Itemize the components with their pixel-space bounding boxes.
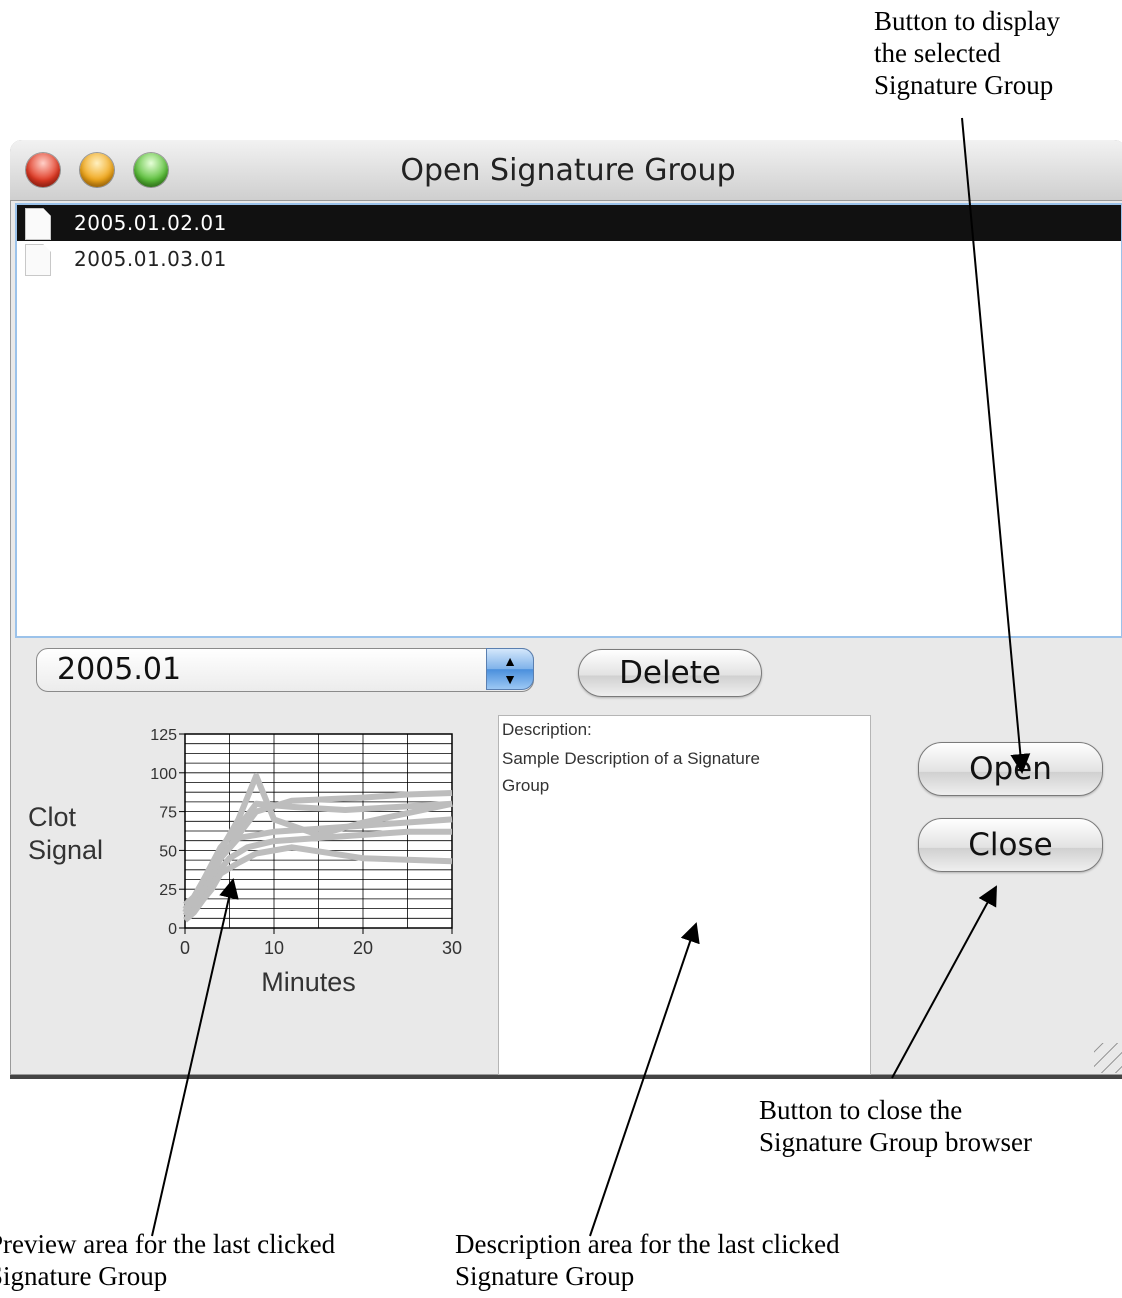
callout-arrows bbox=[151, 117, 1031, 1237]
close-callout-arrow bbox=[891, 885, 997, 1079]
preview-callout-arrow bbox=[151, 878, 239, 1237]
open-callout-arrow bbox=[961, 117, 1031, 774]
description-callout-arrow bbox=[589, 922, 700, 1237]
